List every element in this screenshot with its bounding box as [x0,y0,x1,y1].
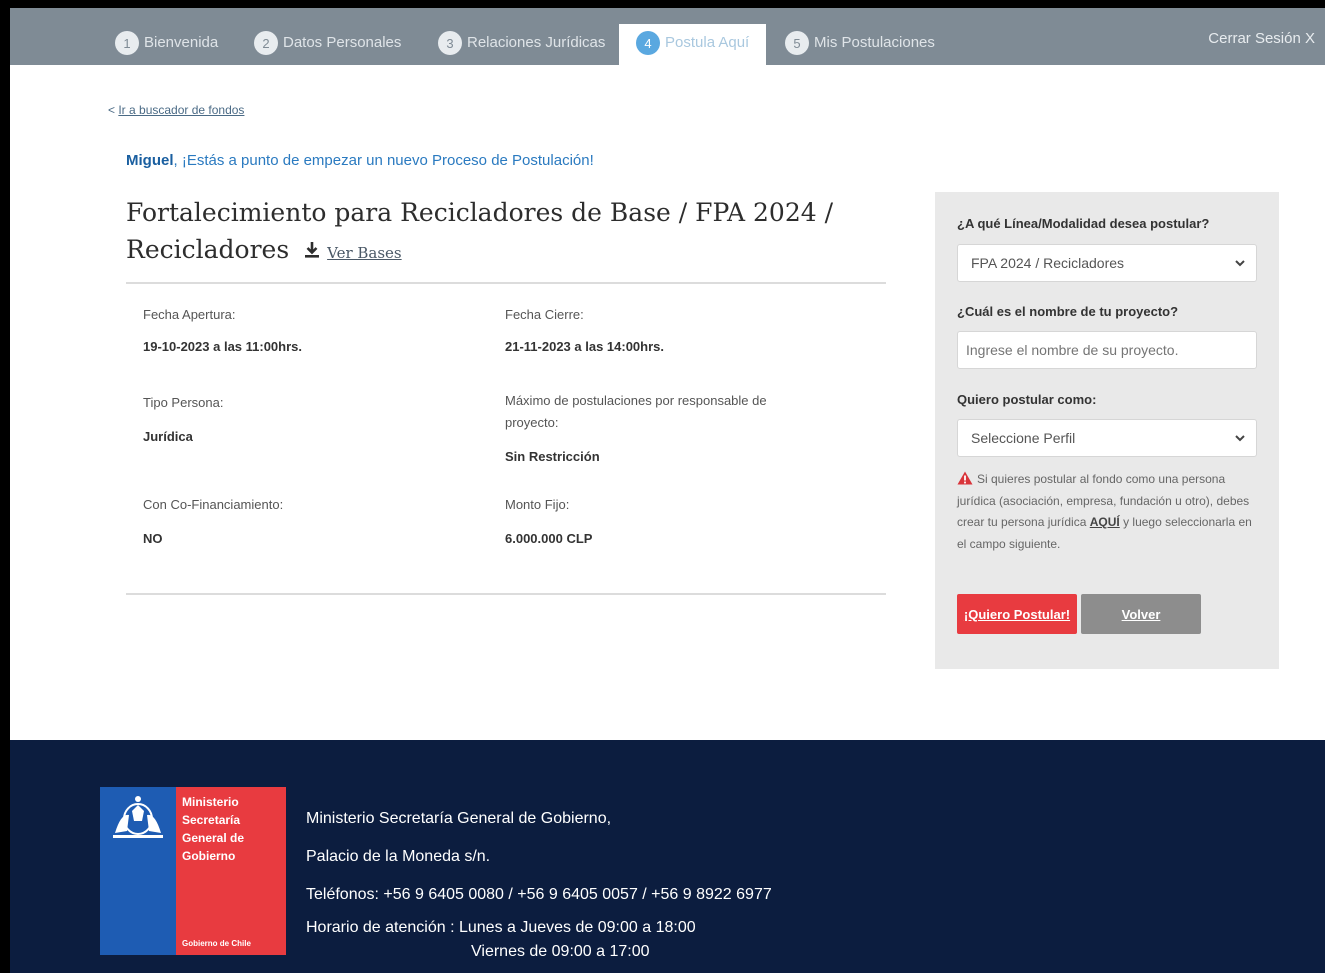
step-label: Mis Postulaciones [814,34,935,51]
juridica-warning: Si quieres postular al fondo como una pe… [957,469,1257,555]
cofinanciamiento-label: Con Co-Financiamiento: [143,497,284,512]
logo-line: General de [182,831,245,845]
fund-title: Fortalecimiento para Recicladores de Bas… [126,194,846,272]
chevron-down-icon [1235,260,1245,267]
back-link-prefix: < [108,103,119,117]
coat-of-arms-icon [113,796,163,838]
linea-select[interactable]: FPA 2024 / Recicladores [957,244,1257,282]
user-name: Miguel [126,152,174,169]
chevron-down-icon [1235,435,1245,442]
step-number: 4 [636,31,660,55]
divider-bottom [126,593,886,595]
nav-step-postula-aqui[interactable]: 4 Postula Aquí [619,24,767,65]
apertura-label: Fecha Apertura: [143,307,236,322]
site-footer: Ministerio Secretaría General de Gobiern… [10,740,1325,973]
footer-phones: Teléfonos: +56 9 6405 0080 / +56 9 6405 … [306,886,772,903]
back-to-search-link[interactable]: < Ir a buscador de fondos [108,103,244,117]
step-label: Relaciones Jurídicas [467,34,606,51]
cofinanciamiento-value: NO [143,531,163,546]
application-panel: ¿A qué Línea/Modalidad desea postular? F… [935,192,1279,669]
monto-label: Monto Fijo: [505,497,570,512]
cierre-value: 21-11-2023 a las 14:00hrs. [505,339,665,354]
linea-label: ¿A qué Línea/Modalidad desea postular? [957,216,1210,231]
browser-page: 1 Bienvenida 2 Datos Personales 3 Relaci… [10,8,1325,973]
perfil-selected-value: Seleccione Perfil [971,430,1076,446]
ministry-logo: Ministerio Secretaría General de Gobiern… [100,787,286,955]
linea-selected-value: FPA 2024 / Recicladores [971,255,1125,271]
nav-step-datos-personales[interactable]: 2 Datos Personales [254,24,401,65]
logo-gobierno-text: Gobierno de Chile [182,939,251,948]
divider-top [126,282,886,284]
fund-title-text: Fortalecimiento para Recicladores de Bas… [126,198,833,264]
back-link-label: Ir a buscador de fondos [118,103,245,117]
logout-link[interactable]: Cerrar Sesión X [1208,30,1315,47]
maximo-value: Sin Restricción [505,449,600,464]
footer-address-line: Ministerio Secretaría General de Gobiern… [306,810,612,827]
tipo-persona-value: Jurídica [143,429,193,444]
create-juridica-link[interactable]: AQUÍ [1090,515,1120,529]
nav-step-relaciones-juridicas[interactable]: 3 Relaciones Jurídicas [438,24,605,65]
logo-line: Gobierno [182,849,236,863]
greeting-text: , ¡Estás a punto de empezar un nuevo Pro… [173,152,594,169]
step-label: Postula Aquí [665,34,750,51]
nav-step-bienvenida[interactable]: 1 Bienvenida [115,24,218,65]
logo-ministry-text: Ministerio Secretaría General de Gobiern… [182,793,244,865]
footer-hours-weekdays: Horario de atención : Lunes a Jueves de … [306,919,696,936]
footer-address-line: Palacio de la Moneda s/n. [306,848,491,865]
top-nav: 1 Bienvenida 2 Datos Personales 3 Relaci… [10,8,1325,65]
download-icon[interactable] [303,241,321,259]
cierre-label: Fecha Cierre: [505,307,584,322]
logo-line: Secretaría [182,813,241,827]
logo-line: Ministerio [182,795,239,809]
step-label: Bienvenida [144,34,219,51]
perfil-label: Quiero postular como: [957,392,1097,407]
warning-icon [957,471,973,485]
footer-hours-friday: Viernes de 09:00 a 17:00 [471,943,650,960]
tipo-persona-label: Tipo Persona: [143,395,224,410]
step-number: 3 [438,31,462,55]
step-label: Datos Personales [283,34,402,51]
back-button[interactable]: Volver [1081,594,1201,634]
submit-application-button[interactable]: ¡Quiero Postular! [957,594,1077,634]
nombre-label: ¿Cuál es el nombre de tu proyecto? [957,304,1179,319]
greeting-message: Miguel, ¡Estás a punto de empezar un nue… [126,152,594,169]
maximo-label: Máximo de postulaciones por responsable … [505,393,767,430]
step-number: 1 [115,31,139,55]
nav-step-mis-postulaciones[interactable]: 5 Mis Postulaciones [785,24,935,65]
perfil-select[interactable]: Seleccione Perfil [957,419,1257,457]
monto-value: 6.000.000 CLP [505,531,593,546]
project-name-input[interactable] [957,331,1257,369]
ver-bases-link[interactable]: Ver Bases [327,244,402,262]
step-number: 2 [254,31,278,55]
step-number: 5 [785,31,809,55]
apertura-value: 19-10-2023 a las 11:00hrs. [143,339,303,354]
